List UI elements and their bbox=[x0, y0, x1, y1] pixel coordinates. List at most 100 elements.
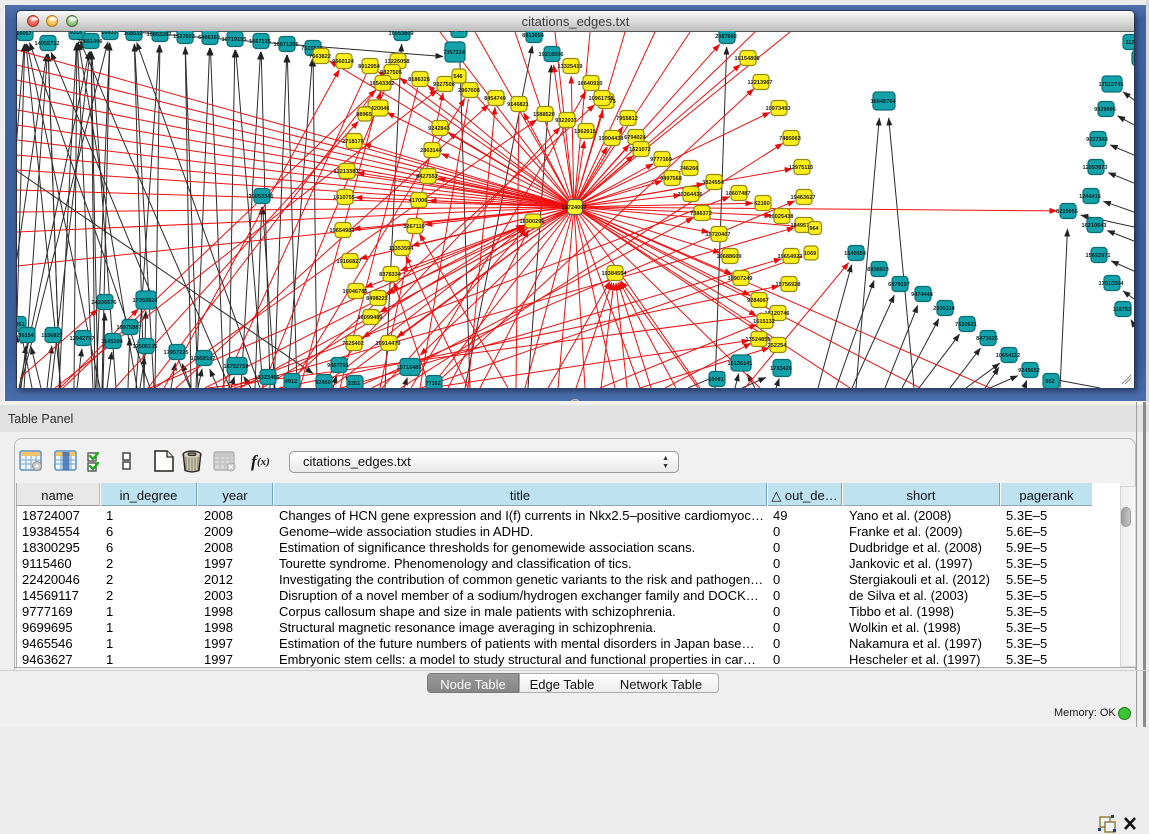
svg-text:746266: 746266 bbox=[680, 166, 699, 172]
svg-text:8938923: 8938923 bbox=[867, 267, 889, 273]
svg-text:252254: 252254 bbox=[768, 343, 788, 349]
svg-text:10961758: 10961758 bbox=[589, 96, 614, 102]
svg-text:3351: 3351 bbox=[348, 381, 360, 387]
svg-text:8378334: 8378334 bbox=[379, 272, 402, 278]
svg-text:16782759: 16782759 bbox=[224, 364, 249, 370]
svg-text:19904438: 19904438 bbox=[599, 136, 624, 142]
svg-text:20364436: 20364436 bbox=[678, 192, 703, 198]
svg-text:3267110: 3267110 bbox=[403, 224, 424, 230]
svg-text:1069: 1069 bbox=[804, 251, 816, 257]
svg-text:6879197: 6879197 bbox=[888, 282, 910, 288]
svg-text:552: 552 bbox=[1045, 379, 1054, 385]
svg-text:12213967: 12213967 bbox=[748, 80, 773, 86]
svg-text:17359924: 17359924 bbox=[133, 298, 159, 304]
svg-text:8813054: 8813054 bbox=[522, 33, 545, 39]
svg-text:20691406: 20691406 bbox=[78, 39, 103, 45]
svg-text:8912954: 8912954 bbox=[358, 64, 381, 70]
svg-text:15756928: 15756928 bbox=[776, 282, 801, 288]
svg-text:1615132: 1615132 bbox=[753, 319, 775, 325]
svg-text:16154808: 16154808 bbox=[735, 56, 760, 62]
svg-text:8186328: 8186328 bbox=[408, 77, 430, 83]
svg-text:9245652: 9245652 bbox=[1018, 368, 1040, 374]
svg-text:6497568: 6497568 bbox=[660, 176, 682, 182]
svg-text:10958107: 10958107 bbox=[191, 356, 216, 362]
svg-text:16099489: 16099489 bbox=[358, 315, 383, 321]
svg-text:16671355: 16671355 bbox=[274, 42, 299, 48]
svg-text:19463627: 19463627 bbox=[791, 195, 816, 201]
svg-text:39154: 39154 bbox=[18, 333, 34, 339]
svg-text:15136141: 15136141 bbox=[728, 361, 753, 367]
svg-text:7386372: 7386372 bbox=[690, 211, 712, 217]
svg-text:18907249: 18907249 bbox=[728, 276, 753, 282]
svg-text:19384554: 19384554 bbox=[602, 271, 628, 277]
svg-text:16210643: 16210643 bbox=[1082, 223, 1107, 229]
svg-text:7632621: 7632621 bbox=[955, 322, 977, 328]
svg-text:16057: 16057 bbox=[17, 31, 32, 37]
svg-text:92450: 92450 bbox=[315, 380, 331, 386]
svg-text:112: 112 bbox=[1125, 40, 1134, 46]
svg-text:16648764: 16648764 bbox=[871, 99, 897, 105]
svg-text:1362615: 1362615 bbox=[574, 129, 596, 135]
svg-text:10091: 10091 bbox=[708, 377, 724, 383]
svg-text:1527602: 1527602 bbox=[173, 34, 195, 40]
svg-text:6466160: 6466160 bbox=[198, 35, 220, 41]
svg-text:9327508: 9327508 bbox=[433, 82, 455, 88]
svg-text:7485063: 7485063 bbox=[779, 136, 801, 142]
svg-text:10719155: 10719155 bbox=[222, 37, 247, 43]
svg-text:9457791: 9457791 bbox=[327, 363, 349, 369]
svg-text:8427552: 8427552 bbox=[416, 174, 438, 180]
svg-text:16933: 16933 bbox=[101, 31, 117, 36]
svg-text:1244415: 1244415 bbox=[1079, 194, 1101, 200]
svg-text:417006: 417006 bbox=[409, 198, 428, 204]
svg-text:1610755: 1610755 bbox=[333, 195, 355, 201]
svg-text:19218506: 19218506 bbox=[539, 52, 564, 58]
svg-text:8215955: 8215955 bbox=[1056, 209, 1078, 215]
svg-text:12213383: 12213383 bbox=[334, 169, 359, 175]
svg-text:16046785: 16046785 bbox=[343, 289, 368, 295]
svg-text:1588520: 1588520 bbox=[533, 112, 555, 118]
svg-text:7357224: 7357224 bbox=[443, 50, 466, 56]
svg-text:19975887: 19975887 bbox=[117, 325, 142, 331]
svg-text:2803144: 2803144 bbox=[420, 148, 443, 154]
svg-text:17957225: 17957225 bbox=[164, 350, 189, 356]
svg-text:12505135: 12505135 bbox=[133, 344, 158, 350]
svg-text:108532: 108532 bbox=[124, 31, 143, 37]
svg-text:1621072: 1621072 bbox=[629, 147, 651, 153]
svg-text:10607487: 10607487 bbox=[726, 191, 751, 197]
svg-text:16640910: 16640910 bbox=[578, 81, 603, 87]
svg-text:3824554: 3824554 bbox=[702, 180, 725, 186]
svg-text:1733426: 1733426 bbox=[770, 366, 792, 372]
svg-text:12323466: 12323466 bbox=[255, 375, 280, 381]
svg-text:7663822: 7663822 bbox=[309, 54, 331, 60]
svg-text:24206576: 24206576 bbox=[92, 300, 117, 306]
svg-text:10853287: 10853287 bbox=[147, 32, 172, 38]
svg-text:77162: 77162 bbox=[425, 381, 441, 387]
svg-text:13325419: 13325419 bbox=[558, 64, 583, 70]
svg-text:2935114: 2935114 bbox=[933, 306, 955, 312]
svg-text:2087682: 2087682 bbox=[715, 34, 737, 40]
svg-text:19654923: 19654923 bbox=[778, 254, 803, 260]
svg-text:2718176: 2718176 bbox=[342, 139, 364, 145]
svg-text:9284067: 9284067 bbox=[747, 298, 769, 304]
svg-text:(x): (x) bbox=[257, 456, 270, 468]
svg-text:1117: 1117 bbox=[1133, 56, 1134, 62]
svg-text:10654112: 10654112 bbox=[996, 353, 1021, 359]
svg-text:17010504: 17010504 bbox=[1099, 281, 1125, 287]
svg-text:9242843: 9242843 bbox=[428, 126, 450, 132]
svg-text:8471626: 8471626 bbox=[976, 336, 998, 342]
svg-text:2967608: 2967608 bbox=[458, 88, 480, 94]
svg-text:12942757: 12942757 bbox=[70, 336, 95, 342]
svg-text:4912: 4912 bbox=[285, 379, 297, 385]
svg-text:98965: 98965 bbox=[356, 112, 372, 118]
svg-text:1156827: 1156827 bbox=[41, 333, 62, 339]
svg-text:12975115: 12975115 bbox=[789, 165, 814, 171]
svg-text:15720407: 15720407 bbox=[706, 232, 731, 238]
svg-text:116753: 116753 bbox=[1113, 307, 1131, 313]
svg-text:10973493: 10973493 bbox=[766, 106, 791, 112]
svg-text:6794024: 6794024 bbox=[624, 135, 647, 141]
svg-text:15692971: 15692971 bbox=[1086, 253, 1111, 259]
svg-text:17510745: 17510745 bbox=[1099, 82, 1124, 88]
svg-text:18300295: 18300295 bbox=[520, 219, 545, 225]
svg-text:9329996: 9329996 bbox=[1094, 107, 1116, 113]
svg-text:16914479: 16914479 bbox=[376, 341, 401, 347]
